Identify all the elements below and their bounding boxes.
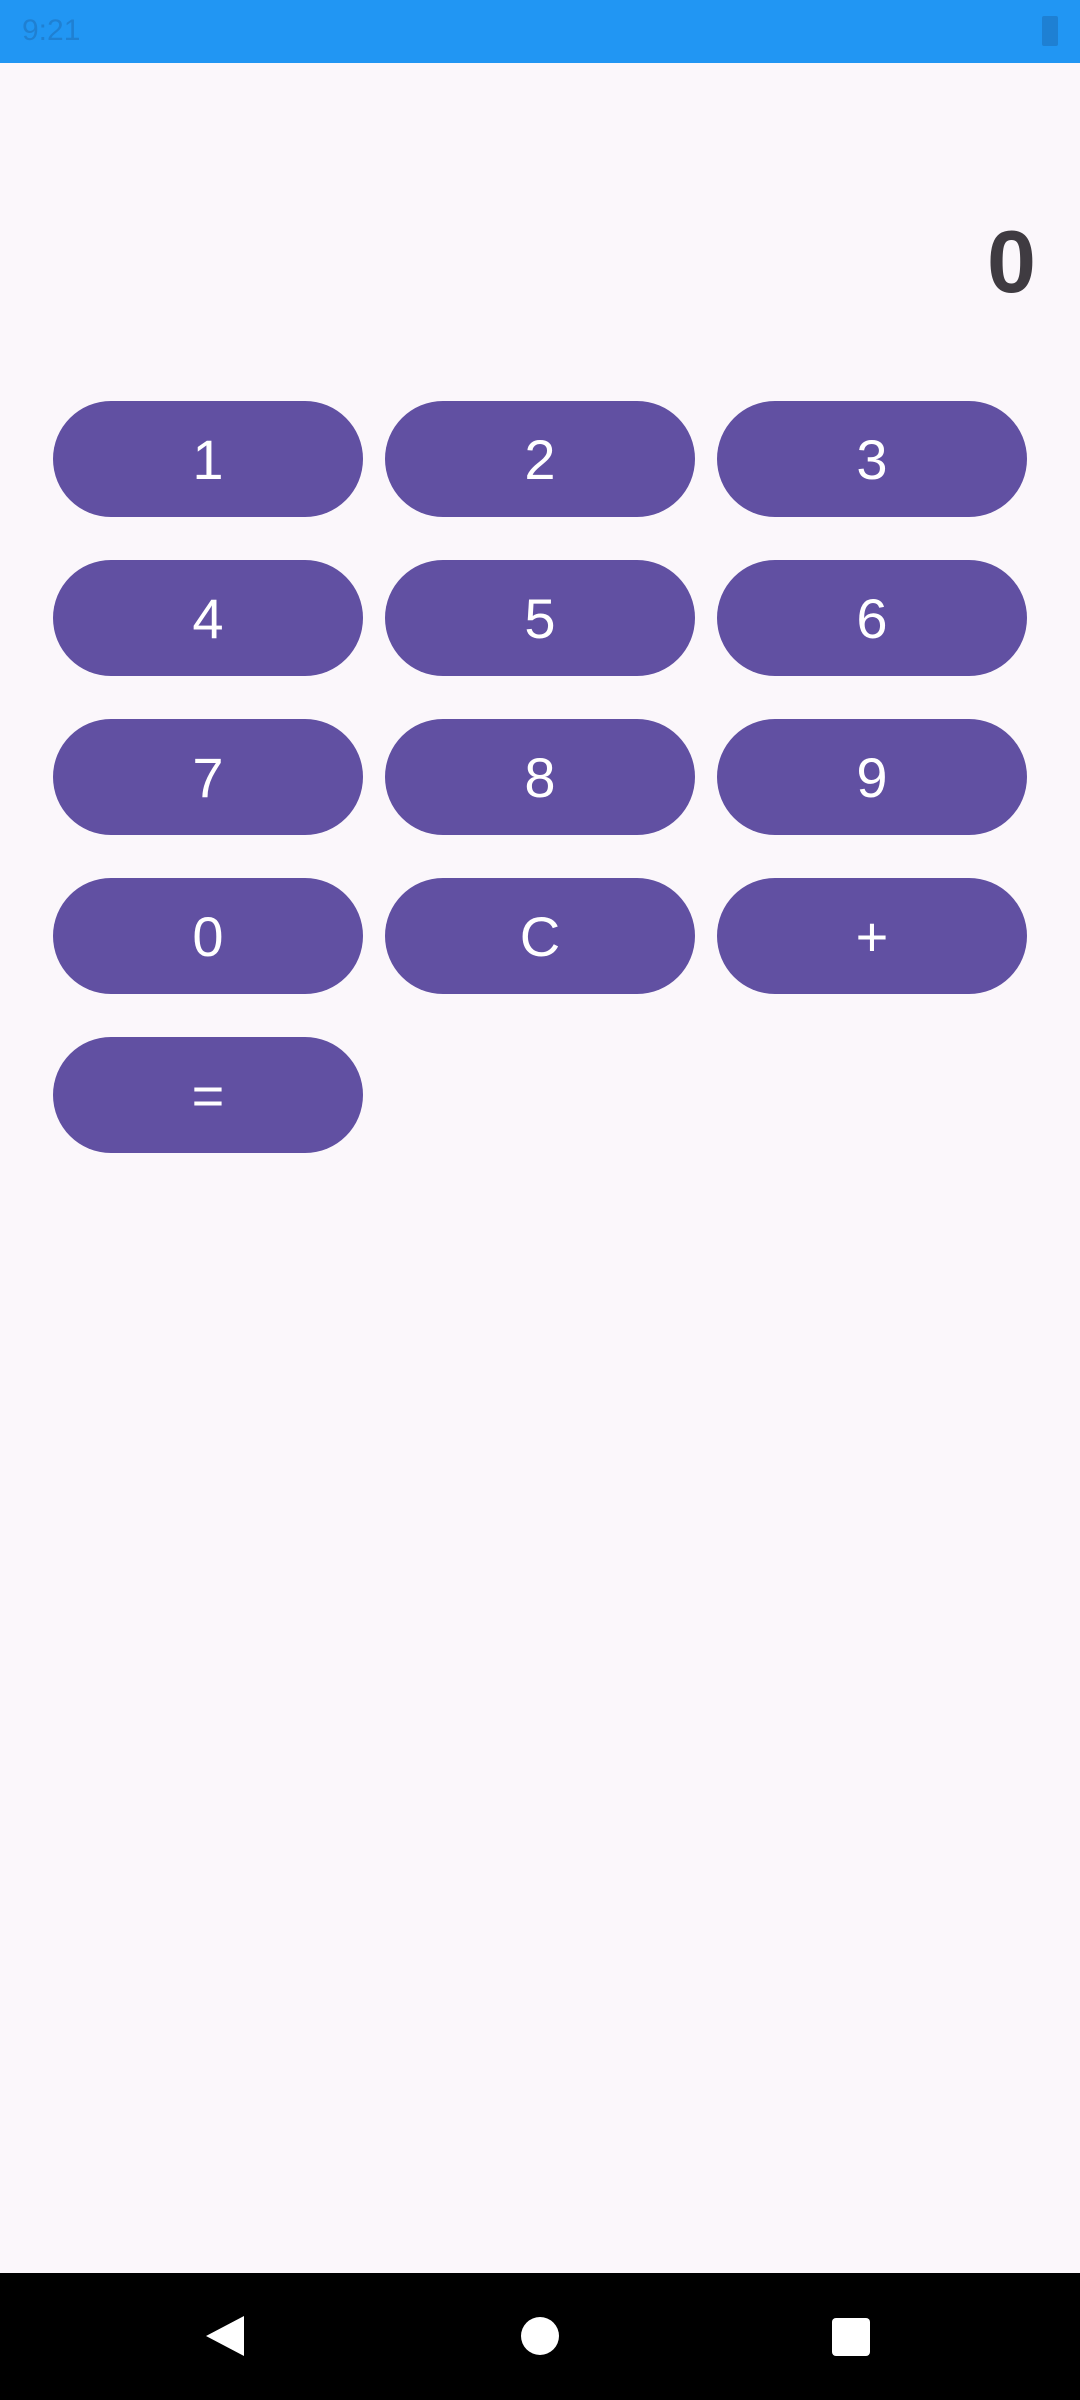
status-bar: 9:21 bbox=[0, 0, 1080, 63]
calculator-screen: 0 1 2 3 4 5 6 7 8 9 0 C + = bbox=[0, 63, 1080, 2273]
equals-button[interactable]: = bbox=[53, 1037, 363, 1153]
key-2-button[interactable]: 2 bbox=[385, 401, 695, 517]
key-1-button[interactable]: 1 bbox=[53, 401, 363, 517]
key-6-button[interactable]: 6 bbox=[717, 560, 1027, 676]
status-time: 9:21 bbox=[22, 14, 81, 47]
key-0-button[interactable]: 0 bbox=[53, 878, 363, 994]
home-icon[interactable] bbox=[521, 2317, 559, 2355]
result-display: 0 bbox=[987, 212, 1036, 311]
key-8-button[interactable]: 8 bbox=[385, 719, 695, 835]
key-9-button[interactable]: 9 bbox=[717, 719, 1027, 835]
plus-button[interactable]: + bbox=[717, 878, 1027, 994]
key-7-button[interactable]: 7 bbox=[53, 719, 363, 835]
key-3-button[interactable]: 3 bbox=[717, 401, 1027, 517]
key-4-button[interactable]: 4 bbox=[53, 560, 363, 676]
battery-icon bbox=[1042, 16, 1058, 46]
navigation-bar bbox=[0, 2273, 1080, 2400]
key-5-button[interactable]: 5 bbox=[385, 560, 695, 676]
back-icon[interactable] bbox=[206, 2316, 244, 2356]
clear-button[interactable]: C bbox=[385, 878, 695, 994]
recents-icon[interactable] bbox=[832, 2318, 870, 2356]
keypad: 1 2 3 4 5 6 7 8 9 0 C + = bbox=[53, 401, 1027, 1153]
